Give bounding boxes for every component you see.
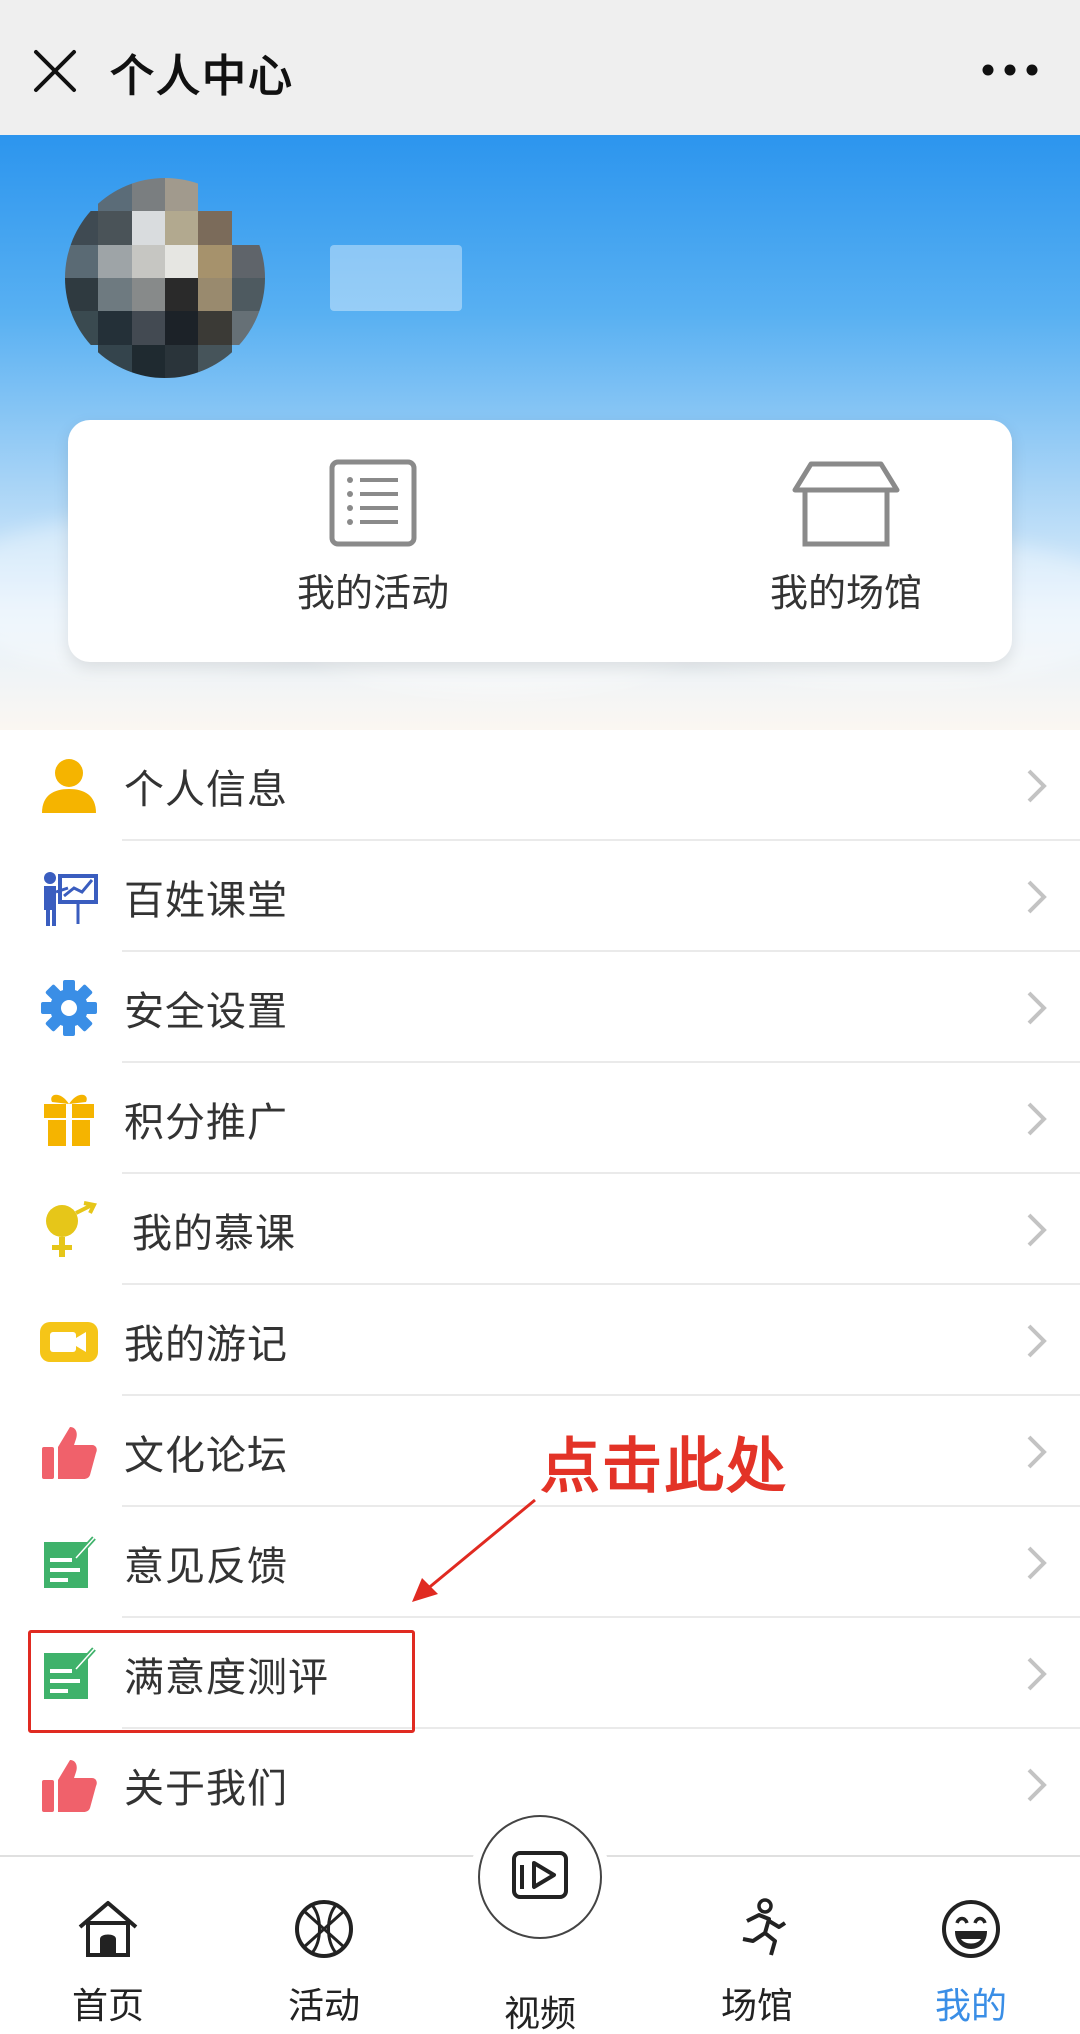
nav-mine-label: 我的	[934, 1986, 1007, 2027]
menu-item-personal-info[interactable]: 个人信息	[0, 730, 1080, 841]
nav-video[interactable]	[478, 1815, 602, 1939]
my-venues-label: 我的场馆	[769, 571, 922, 615]
menu-item-points-promotion[interactable]: 积分推广	[0, 1063, 1080, 1174]
teacher-board-icon	[38, 866, 100, 928]
chevron-right-icon	[1027, 769, 1047, 802]
menu-item-label: 文化论坛	[124, 1432, 288, 1479]
chevron-right-icon	[1027, 880, 1047, 913]
menu-item-public-class[interactable]: 百姓课堂	[0, 841, 1080, 952]
chevron-right-icon	[1027, 1324, 1047, 1357]
menu-item-label: 个人信息	[124, 766, 288, 813]
nav-video-label: 视频	[503, 1994, 577, 2034]
more-dots-icon[interactable]	[980, 55, 1040, 85]
list-document-icon	[329, 459, 417, 547]
gear-icon	[38, 977, 100, 1039]
menu-item-label: 我的游记	[124, 1321, 288, 1368]
my-activities-label: 我的活动	[296, 571, 449, 615]
menu-item-my-mooc[interactable]: 我的慕课	[0, 1174, 1080, 1285]
smile-icon	[942, 1900, 1000, 1958]
box-icon	[792, 461, 900, 547]
thumbs-up-icon	[38, 1754, 100, 1816]
avatar[interactable]	[65, 178, 265, 378]
nav-home[interactable]: 首页	[33, 1897, 183, 2032]
menu-item-label: 百姓课堂	[124, 877, 288, 924]
annotation-arrow-icon	[412, 1498, 536, 1602]
annotation-highlight-box	[28, 1630, 415, 1733]
nav-venues[interactable]: 场馆	[682, 1897, 832, 2032]
gender-symbol-icon	[38, 1199, 100, 1261]
menu-item-label: 我的慕课	[132, 1210, 296, 1257]
quick-actions-card: 我的活动 我的场馆	[68, 420, 1012, 662]
user-icon	[38, 755, 100, 817]
chevron-right-icon	[1027, 1768, 1047, 1801]
menu-item-label: 安全设置	[124, 988, 288, 1035]
chevron-right-icon	[1027, 1102, 1047, 1135]
title-bar: 个人中心	[0, 0, 1080, 135]
gift-icon	[38, 1088, 100, 1150]
home-icon	[78, 1901, 138, 1957]
nav-activities-label: 活动	[287, 1986, 360, 2027]
menu-item-security-settings[interactable]: 安全设置	[0, 952, 1080, 1063]
edit-note-icon	[38, 1532, 100, 1594]
chevron-right-icon	[1027, 991, 1047, 1024]
my-activities-button[interactable]: 我的活动	[253, 458, 493, 628]
page-title: 个人中心	[110, 51, 294, 102]
nav-home-label: 首页	[71, 1986, 144, 2027]
chevron-right-icon	[1027, 1546, 1047, 1579]
username-blurred	[330, 245, 462, 311]
close-icon[interactable]	[30, 46, 80, 96]
chevron-right-icon	[1027, 1435, 1047, 1468]
basketball-icon	[295, 1900, 353, 1958]
play-video-icon	[512, 1851, 568, 1899]
nav-venues-label: 场馆	[720, 1986, 793, 2027]
my-venues-button[interactable]: 我的场馆	[726, 458, 966, 628]
menu-item-label: 关于我们	[124, 1765, 288, 1812]
chevron-right-icon	[1027, 1657, 1047, 1690]
annotation-click-here: 点击此处	[540, 1432, 788, 1502]
video-camera-icon	[38, 1310, 100, 1372]
chevron-right-icon	[1027, 1213, 1047, 1246]
nav-mine[interactable]: 我的	[896, 1897, 1046, 2032]
running-icon	[742, 1898, 787, 1956]
menu-item-label: 积分推广	[124, 1099, 288, 1146]
thumbs-up-icon	[38, 1421, 100, 1483]
menu-item-label: 意见反馈	[124, 1543, 288, 1590]
nav-activities[interactable]: 活动	[249, 1897, 399, 2032]
menu-item-my-travel-notes[interactable]: 我的游记	[0, 1285, 1080, 1396]
